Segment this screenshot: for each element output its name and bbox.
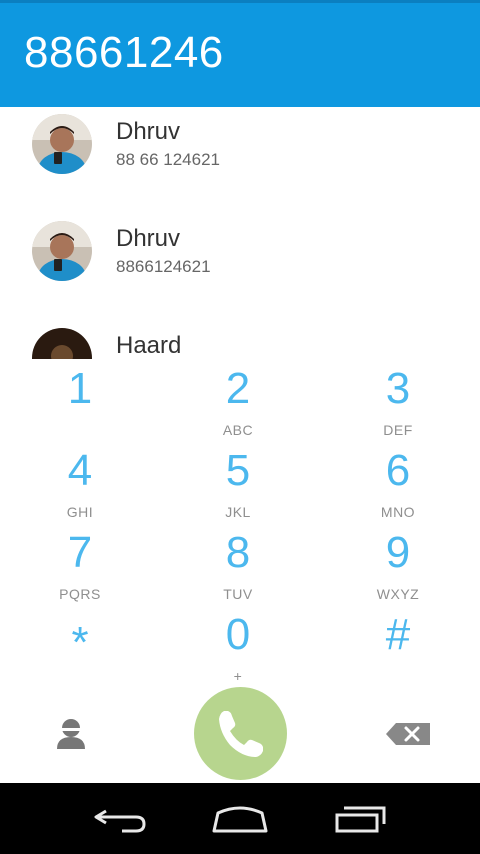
status-edge [0,0,480,3]
key-digit: 2 [225,364,251,413]
key-digit: * [71,618,89,667]
key-digit: 1 [67,364,93,413]
key-6[interactable]: 6 MNO [318,441,478,523]
recents-icon[interactable] [334,802,390,836]
key-1[interactable]: 1 [0,359,160,441]
key-7[interactable]: 7 PQRS [0,523,160,605]
contact-item[interactable]: Dhruv 8866124621 [0,214,480,314]
dialed-number[interactable]: 88661246 [24,28,224,78]
call-button[interactable] [194,687,287,780]
contact-avatar [32,114,92,174]
key-8[interactable]: 8 TUV [158,523,318,605]
contact-avatar [32,328,92,359]
key-3[interactable]: 3 DEF [318,359,478,441]
key-5[interactable]: 5 JKL [158,441,318,523]
key-digit: 3 [385,364,411,413]
dialer-header: 88661246 [0,0,480,107]
key-letters: ABC [222,422,254,438]
dialer-actions [0,685,480,783]
contact-name: Haard [116,332,182,359]
system-navbar [0,783,480,854]
key-digit: 0 [225,610,251,659]
contact-phone: 88 66 124621 [116,150,220,169]
key-letters: WXYZ [376,586,420,602]
contact-avatar [32,221,92,281]
contact-suggestions: Dhruv 88 66 124621 Dhruv 8866124621 Haar… [0,107,480,359]
contact-phone: 8866124621 [116,257,211,276]
phone-handset-icon [219,711,263,757]
contact-item[interactable]: Haard [0,321,480,359]
key-2[interactable]: 2 ABC [158,359,318,441]
key-star[interactable]: * [0,605,160,687]
key-letters: DEF [383,422,413,438]
contact-item[interactable]: Dhruv 88 66 124621 [0,107,480,207]
key-digit: # [385,610,411,659]
back-icon[interactable] [92,805,148,835]
key-digit: 8 [225,528,251,577]
contact-name: Dhruv [116,225,181,252]
key-letters: + [233,668,243,684]
key-hash[interactable]: # [318,605,478,687]
key-9[interactable]: 9 WXYZ [318,523,478,605]
key-digit: 4 [67,446,93,495]
contact-name: Dhruv [116,118,181,145]
key-digit: 5 [225,446,251,495]
key-letters: MNO [380,504,416,520]
home-icon[interactable] [210,803,270,837]
key-0[interactable]: 0 + [158,605,318,687]
backspace-icon[interactable] [386,723,430,745]
key-digit: 7 [67,528,93,577]
person-icon[interactable] [54,717,88,751]
key-digit: 6 [385,446,411,495]
key-letters: GHI [66,504,94,520]
key-letters: TUV [223,586,253,602]
dialpad: 1 2 ABC 3 DEF 4 GHI 5 JKL 6 MNO 7 PQRS 8… [0,359,480,689]
key-4[interactable]: 4 GHI [0,441,160,523]
key-letters: PQRS [59,586,101,602]
key-letters: JKL [225,504,251,520]
key-digit: 9 [385,528,411,577]
